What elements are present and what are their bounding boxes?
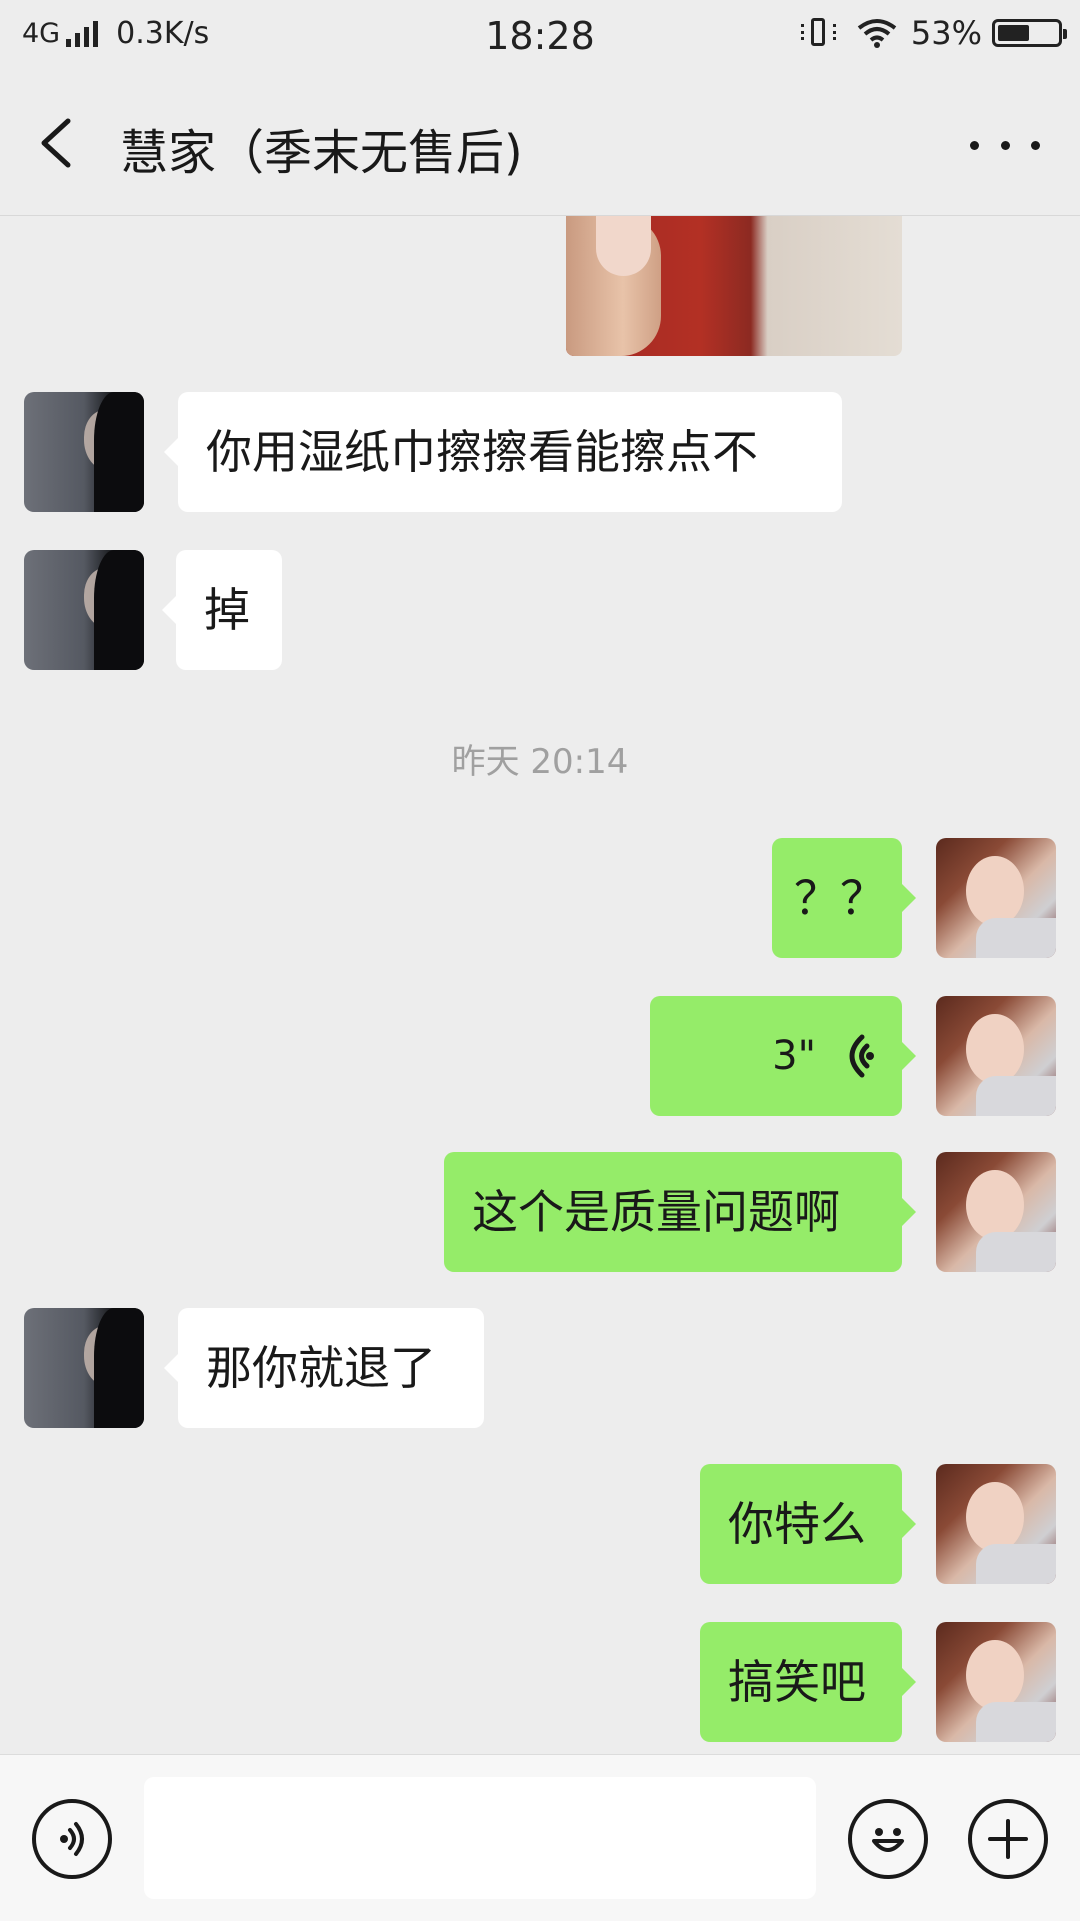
my-avatar[interactable] — [936, 1622, 1056, 1742]
input-bar — [0, 1754, 1080, 1921]
voice-message[interactable]: 3" — [650, 996, 916, 1116]
status-right: 53% — [800, 14, 1067, 52]
status-bar: 4G 0.3K/s 18:28 53% — [0, 0, 1080, 75]
message-list[interactable]: 你用湿纸巾擦擦看能擦点不 掉 昨天 20:14 ？？ 3" 这个是质量问题啊 那… — [0, 216, 1080, 1754]
more-dots-icon — [970, 140, 979, 150]
emoji-icon — [872, 1828, 904, 1852]
more-button[interactable] — [970, 125, 1040, 165]
message-input[interactable] — [144, 1777, 816, 1899]
outgoing-message[interactable]: ？？ — [772, 838, 916, 958]
incoming-message[interactable]: 那你就退了 — [164, 1308, 484, 1428]
chat-title: 慧家（季末无售后) — [120, 125, 523, 181]
chat-header: 慧家（季末无售后) — [0, 75, 1080, 216]
my-avatar[interactable] — [936, 1152, 1056, 1272]
my-avatar[interactable] — [936, 996, 1056, 1116]
message-timestamp: 昨天 20:14 — [451, 742, 629, 782]
battery-percent: 53% — [910, 14, 982, 52]
voice-input-icon — [60, 1822, 84, 1856]
vibrate-icon — [800, 18, 836, 48]
voice-wave-icon — [849, 1034, 874, 1078]
wifi-icon — [857, 19, 897, 48]
outgoing-message[interactable]: 这个是质量问题啊 — [444, 1152, 916, 1272]
voice-duration: 3" — [772, 1033, 816, 1079]
incoming-message[interactable]: 你用湿纸巾擦擦看能擦点不 — [164, 392, 842, 512]
outgoing-message[interactable]: 搞笑吧 — [700, 1622, 916, 1742]
my-avatar[interactable] — [936, 838, 1056, 958]
my-avatar[interactable] — [936, 1464, 1056, 1584]
contact-avatar[interactable] — [24, 1308, 144, 1428]
battery-icon — [992, 19, 1067, 47]
contact-avatar[interactable] — [24, 550, 144, 670]
voice-input-button[interactable] — [32, 1799, 112, 1879]
incoming-message[interactable]: 掉 — [162, 550, 282, 670]
outgoing-message[interactable]: 你特么 — [700, 1464, 916, 1584]
chevron-left-icon — [41, 118, 71, 168]
emoji-button[interactable] — [848, 1799, 928, 1879]
plus-icon — [988, 1819, 1028, 1859]
back-button[interactable] — [30, 113, 90, 173]
contact-avatar[interactable] — [24, 392, 144, 512]
image-message[interactable] — [566, 216, 902, 356]
more-functions-button[interactable] — [968, 1799, 1048, 1879]
